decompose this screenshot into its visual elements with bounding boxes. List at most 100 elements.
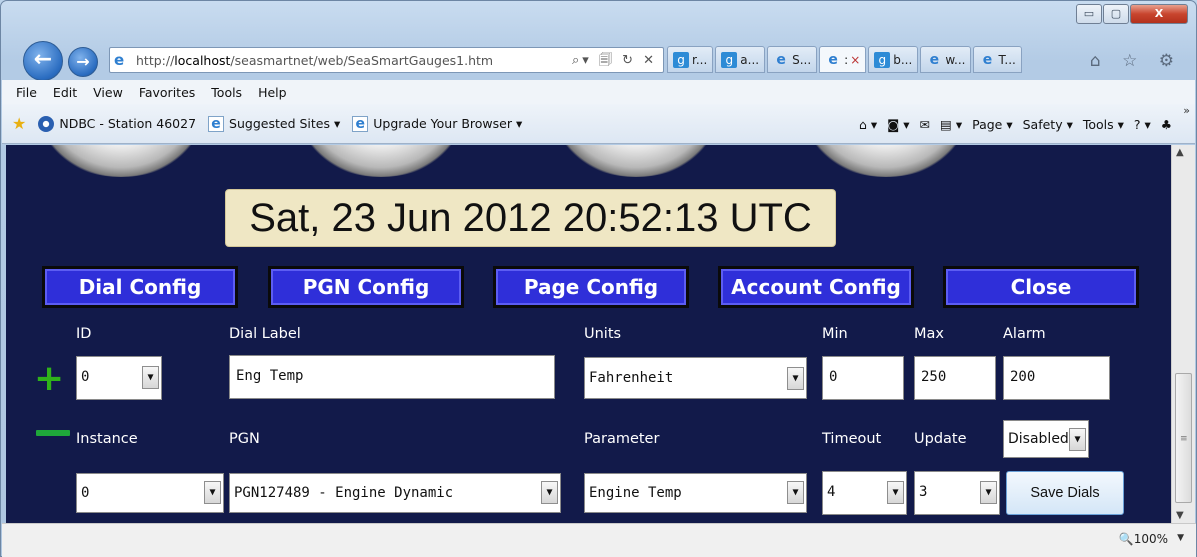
chevron-down-icon: ▼ [787,481,804,504]
pgn-select[interactable]: PGN127489 - Engine Dynamic ▼ [229,473,561,513]
close-button[interactable]: Close [943,266,1139,308]
ie-page-icon: e [982,51,993,68]
account-config-button[interactable]: Account Config [718,266,914,308]
units-label: Units [584,326,622,342]
forward-button[interactable]: → [68,47,98,77]
zoom-level[interactable]: 🔍100% [1119,532,1168,546]
id-label: ID [76,326,92,342]
tab-close-icon[interactable]: × [850,53,860,67]
zoom-chevron-icon[interactable]: ▼ [1177,533,1184,543]
update-select[interactable]: 3 ▼ [914,471,1000,515]
instance-select[interactable]: 0 ▼ [76,473,224,513]
address-bar[interactable]: e http://localhost/seasmartnet/web/SeaSm… [109,47,664,73]
favorites-star-icon[interactable]: ★ [12,114,26,133]
dial-label-label: Dial Label [229,326,301,342]
tools-menu[interactable]: Tools ▾ [1083,117,1124,132]
page-config-button[interactable]: Page Config [493,266,689,308]
ie-page-icon: e [208,115,225,132]
timeout-select[interactable]: 4 ▼ [822,471,907,515]
chevron-down-icon: ▼ [142,366,159,389]
gauge-dial [801,145,971,177]
maximize-button[interactable]: ▢ [1103,4,1129,24]
print-icon[interactable]: ▤ ▾ [940,117,962,132]
google-icon: g [874,51,891,68]
gauge-dial [36,145,206,177]
chevron-down-icon: ▼ [887,481,904,504]
menu-favorites[interactable]: Favorites [139,85,195,100]
menu-tools[interactable]: Tools [211,85,242,100]
page-content: Sat, 23 Jun 2012 20:52:13 UTC Dial Confi… [6,145,1171,523]
units-select[interactable]: Fahrenheit ▼ [584,357,807,399]
pgn-label: PGN [229,431,260,447]
tab-5[interactable]: g b... [868,46,919,73]
tab-3[interactable]: e S... [767,46,818,73]
tab-7[interactable]: e T... [973,46,1022,73]
min-input[interactable]: 0 [822,356,904,400]
ie-page-icon: e [776,51,786,68]
gauge-dial [551,145,721,177]
update-label: Update [914,431,967,447]
alarm-label: Alarm [1003,326,1046,342]
address-tools[interactable]: ⌕▾ 🗐 ↻ ✕ [572,51,657,73]
chevron-more-icon[interactable]: » [1183,104,1190,117]
home-icon[interactable]: ⌂ ▾ [859,117,877,132]
command-bar: ⌂ ▾ ◙ ▾ ✉ ▤ ▾ Page ▾ Safety ▾ Tools ▾ ? … [849,104,1172,144]
mail-icon[interactable]: ✉ [920,117,930,132]
noaa-icon [38,115,55,132]
ie-logo-icon: e [114,51,125,69]
status-bar: 🔍100% ▼ [2,523,1196,557]
back-button[interactable]: ← [23,41,63,81]
tab-6[interactable]: e w... [920,46,972,73]
favorite-upgrade-browser[interactable]: e Upgrade Your Browser ▾ [352,115,522,132]
favorite-suggested-sites[interactable]: e Suggested Sites ▾ [208,115,340,132]
menu-bar: File Edit View Favorites Tools Help [2,80,1195,104]
menu-help[interactable]: Help [258,85,287,100]
clock-display: Sat, 23 Jun 2012 20:52:13 UTC [225,189,836,247]
max-input[interactable]: 250 [914,356,996,400]
research-icon[interactable]: ♣ [1161,117,1172,132]
alarm-input[interactable]: 200 [1003,356,1110,400]
menu-view[interactable]: View [93,85,123,100]
google-icon: g [673,51,689,68]
google-icon: g [721,51,738,68]
minimize-button[interactable]: ▭ [1076,4,1102,24]
menu-file[interactable]: File [16,85,37,100]
dial-config-button[interactable]: Dial Config [42,266,238,308]
window-close-button[interactable]: X [1130,4,1188,24]
max-label: Max [914,326,944,342]
pgn-config-button[interactable]: PGN Config [268,266,464,308]
browser-window: ▭ ▢ X ← → e http://localhost/seasmartnet… [0,0,1197,557]
ie-page-icon: e [828,51,838,68]
page-menu[interactable]: Page ▾ [972,117,1013,132]
instance-label: Instance [76,431,138,447]
parameter-label: Parameter [584,431,660,447]
safety-menu[interactable]: Safety ▾ [1023,117,1073,132]
scroll-up-icon[interactable]: ▲ [1176,147,1184,158]
tab-2[interactable]: g a... [715,46,766,73]
help-icon[interactable]: ? ▾ [1134,117,1151,132]
tab-active[interactable]: e: × [819,46,867,73]
chevron-down-icon: ▼ [980,481,997,504]
address-url: http://localhost/seasmartnet/web/SeaSmar… [136,53,494,68]
menu-edit[interactable]: Edit [53,85,77,100]
dial-id-select[interactable]: 0 ▼ [76,356,162,400]
dial-label-input[interactable]: Eng Temp [229,355,555,399]
ie-page-icon: e [929,51,940,68]
scroll-down-icon[interactable]: ▼ [1176,510,1184,521]
min-label: Min [822,326,848,342]
parameter-select[interactable]: Engine Temp ▼ [584,473,807,513]
save-dials-button[interactable]: Save Dials [1006,471,1124,515]
remove-dial-icon[interactable] [36,430,70,436]
vertical-scrollbar[interactable]: ▲ ≡ ▼ [1171,145,1195,523]
favorite-ndbc[interactable]: NDBC - Station 46027 [38,115,196,132]
status-select[interactable]: Disabled ▼ [1003,420,1089,458]
scrollbar-thumb[interactable]: ≡ [1175,373,1192,503]
chevron-down-icon: ▼ [1069,428,1086,451]
feeds-icon[interactable]: ◙ ▾ [887,117,909,132]
chevron-down-icon: ▼ [541,481,558,504]
chevron-down-icon: ▼ [787,367,804,390]
home-favorites-settings-icons[interactable]: ⌂ ☆ ⚙ [1090,51,1182,71]
tab-1[interactable]: g r... [667,46,714,73]
add-dial-icon[interactable]: + [34,361,64,397]
ie-page-icon: e [352,115,369,132]
